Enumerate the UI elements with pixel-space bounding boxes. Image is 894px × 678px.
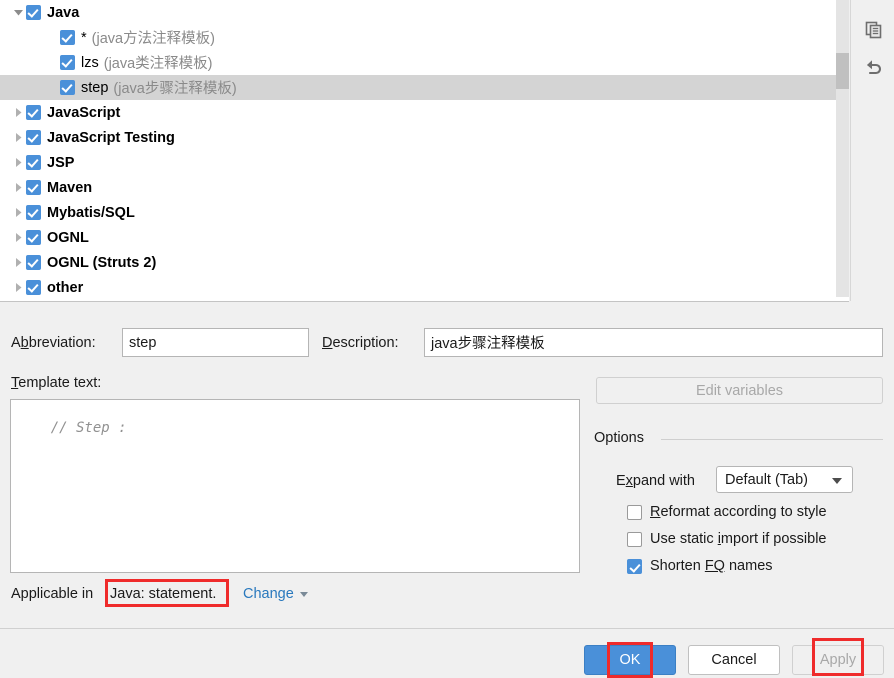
cancel-button[interactable]: Cancel: [688, 645, 780, 675]
options-group-divider: [661, 439, 883, 440]
tree-node-checkbox[interactable]: [26, 130, 41, 145]
chevron-right-icon[interactable]: [10, 200, 26, 225]
edit-variables-button[interactable]: Edit variables: [596, 377, 883, 404]
copy-icon[interactable]: [857, 14, 889, 44]
tree-node-checkbox[interactable]: [26, 105, 41, 120]
tree-row[interactable]: JavaScript: [0, 100, 849, 125]
checkbox-box: [627, 558, 642, 574]
use-static-import-checkbox[interactable]: Use static import if possible: [627, 531, 827, 547]
tree-node-checkbox[interactable]: [26, 205, 41, 220]
tree-row[interactable]: Mybatis/SQL: [0, 200, 849, 225]
tree-node-checkbox[interactable]: [26, 230, 41, 245]
tree-node-checkbox[interactable]: [60, 30, 75, 45]
abbreviation-label: Abbreviation:: [11, 335, 96, 351]
expand-with-select[interactable]: Default (Tab): [716, 466, 853, 493]
expand-with-value: Default (Tab): [725, 471, 809, 488]
ok-button[interactable]: OK: [584, 645, 676, 675]
tree-node-label: other: [47, 279, 84, 296]
tree-row[interactable]: lzs (java类注释模板): [0, 50, 849, 75]
abbreviation-value: step: [129, 334, 157, 351]
tree-vertical-scrollbar[interactable]: [836, 0, 849, 297]
option-label: Reformat according to style: [650, 504, 827, 520]
expand-with-label: Expand with: [616, 473, 695, 489]
tree-node-checkbox[interactable]: [26, 5, 41, 20]
applicable-in-label: Applicable in: [11, 586, 94, 602]
tree-node-label: Maven: [47, 179, 93, 196]
tree-node-label: JavaScript Testing: [47, 129, 175, 146]
tree-node-label: JavaScript: [47, 104, 121, 121]
tree-node-label: OGNL: [47, 229, 89, 246]
template-text-value: // Step :: [50, 420, 136, 436]
template-text-label: Template text:: [11, 375, 102, 391]
tree-node-label: JSP: [47, 154, 75, 171]
chevron-down-icon: [832, 478, 842, 484]
tree-node-checkbox[interactable]: [60, 55, 75, 70]
tree-node-checkbox[interactable]: [60, 80, 75, 95]
chevron-right-icon[interactable]: [10, 125, 26, 150]
tree-node-label: Java: [47, 4, 80, 21]
tree-node-checkbox[interactable]: [26, 180, 41, 195]
tree-row[interactable]: OGNL (Struts 2): [0, 250, 849, 275]
options-group-title: Options: [594, 430, 644, 446]
chevron-right-icon[interactable]: [10, 225, 26, 250]
tree-node-label: step: [81, 79, 109, 96]
chevron-right-icon[interactable]: [10, 250, 26, 275]
tree-row[interactable]: Java: [0, 0, 849, 25]
applicable-in-context: Java: statement.: [110, 586, 217, 602]
option-label: Use static import if possible: [650, 531, 827, 547]
option-label: Shorten FQ names: [650, 558, 773, 574]
tree-node-label: Mybatis/SQL: [47, 204, 135, 221]
description-label: Description:: [322, 335, 399, 351]
tree-node-label: OGNL (Struts 2): [47, 254, 157, 271]
description-input[interactable]: java步骤注释模板: [424, 328, 883, 357]
tree-node-checkbox[interactable]: [26, 155, 41, 170]
footer-divider: [0, 628, 894, 629]
abbreviation-input[interactable]: step: [122, 328, 309, 357]
template-text-editor[interactable]: // Step :: [10, 399, 580, 573]
tree-node-checkbox[interactable]: [26, 280, 41, 295]
live-templates-tree[interactable]: Java * (java方法注释模板) lzs (java类注释模板) step (java…: [0, 0, 849, 302]
tree-row[interactable]: * (java方法注释模板): [0, 25, 849, 50]
tree-side-toolbar: [850, 0, 894, 301]
description-value: java步骤注释模板: [431, 336, 545, 352]
tree-row[interactable]: JSP: [0, 150, 849, 175]
tree-row[interactable]: Maven: [0, 175, 849, 200]
scrollbar-thumb[interactable]: [836, 53, 849, 89]
undo-icon[interactable]: [857, 50, 889, 80]
tree-node-label: lzs: [81, 54, 99, 71]
chevron-right-icon[interactable]: [10, 150, 26, 175]
chevron-right-icon[interactable]: [10, 175, 26, 200]
tree-node-description: (java方法注释模板): [91, 31, 215, 47]
chevron-down-icon: [299, 591, 308, 597]
tree-row[interactable]: OGNL: [0, 225, 849, 250]
tree-node-checkbox[interactable]: [26, 255, 41, 270]
reformat-according-to-style-checkbox[interactable]: Reformat according to style: [627, 504, 827, 520]
apply-button[interactable]: Apply: [792, 645, 884, 675]
tree-node-description: (java步骤注释模板): [113, 81, 237, 97]
tree-row[interactable]: JavaScript Testing: [0, 125, 849, 150]
checkbox-box: [627, 531, 642, 547]
change-context-link[interactable]: Change: [243, 586, 308, 602]
chevron-down-icon[interactable]: [10, 0, 26, 25]
chevron-right-icon[interactable]: [10, 275, 26, 300]
tree-row[interactable]: other: [0, 275, 849, 300]
tree-node-description: (java类注释模板): [103, 56, 213, 72]
chevron-right-icon[interactable]: [10, 100, 26, 125]
tree-node-label: *: [81, 29, 87, 46]
checkbox-box: [627, 504, 642, 520]
settings-dialog-live-templates: Java * (java方法注释模板) lzs (java类注释模板) step (java…: [0, 0, 894, 678]
shorten-fq-names-checkbox[interactable]: Shorten FQ names: [627, 558, 773, 574]
tree-row[interactable]: step (java步骤注释模板): [0, 75, 849, 100]
